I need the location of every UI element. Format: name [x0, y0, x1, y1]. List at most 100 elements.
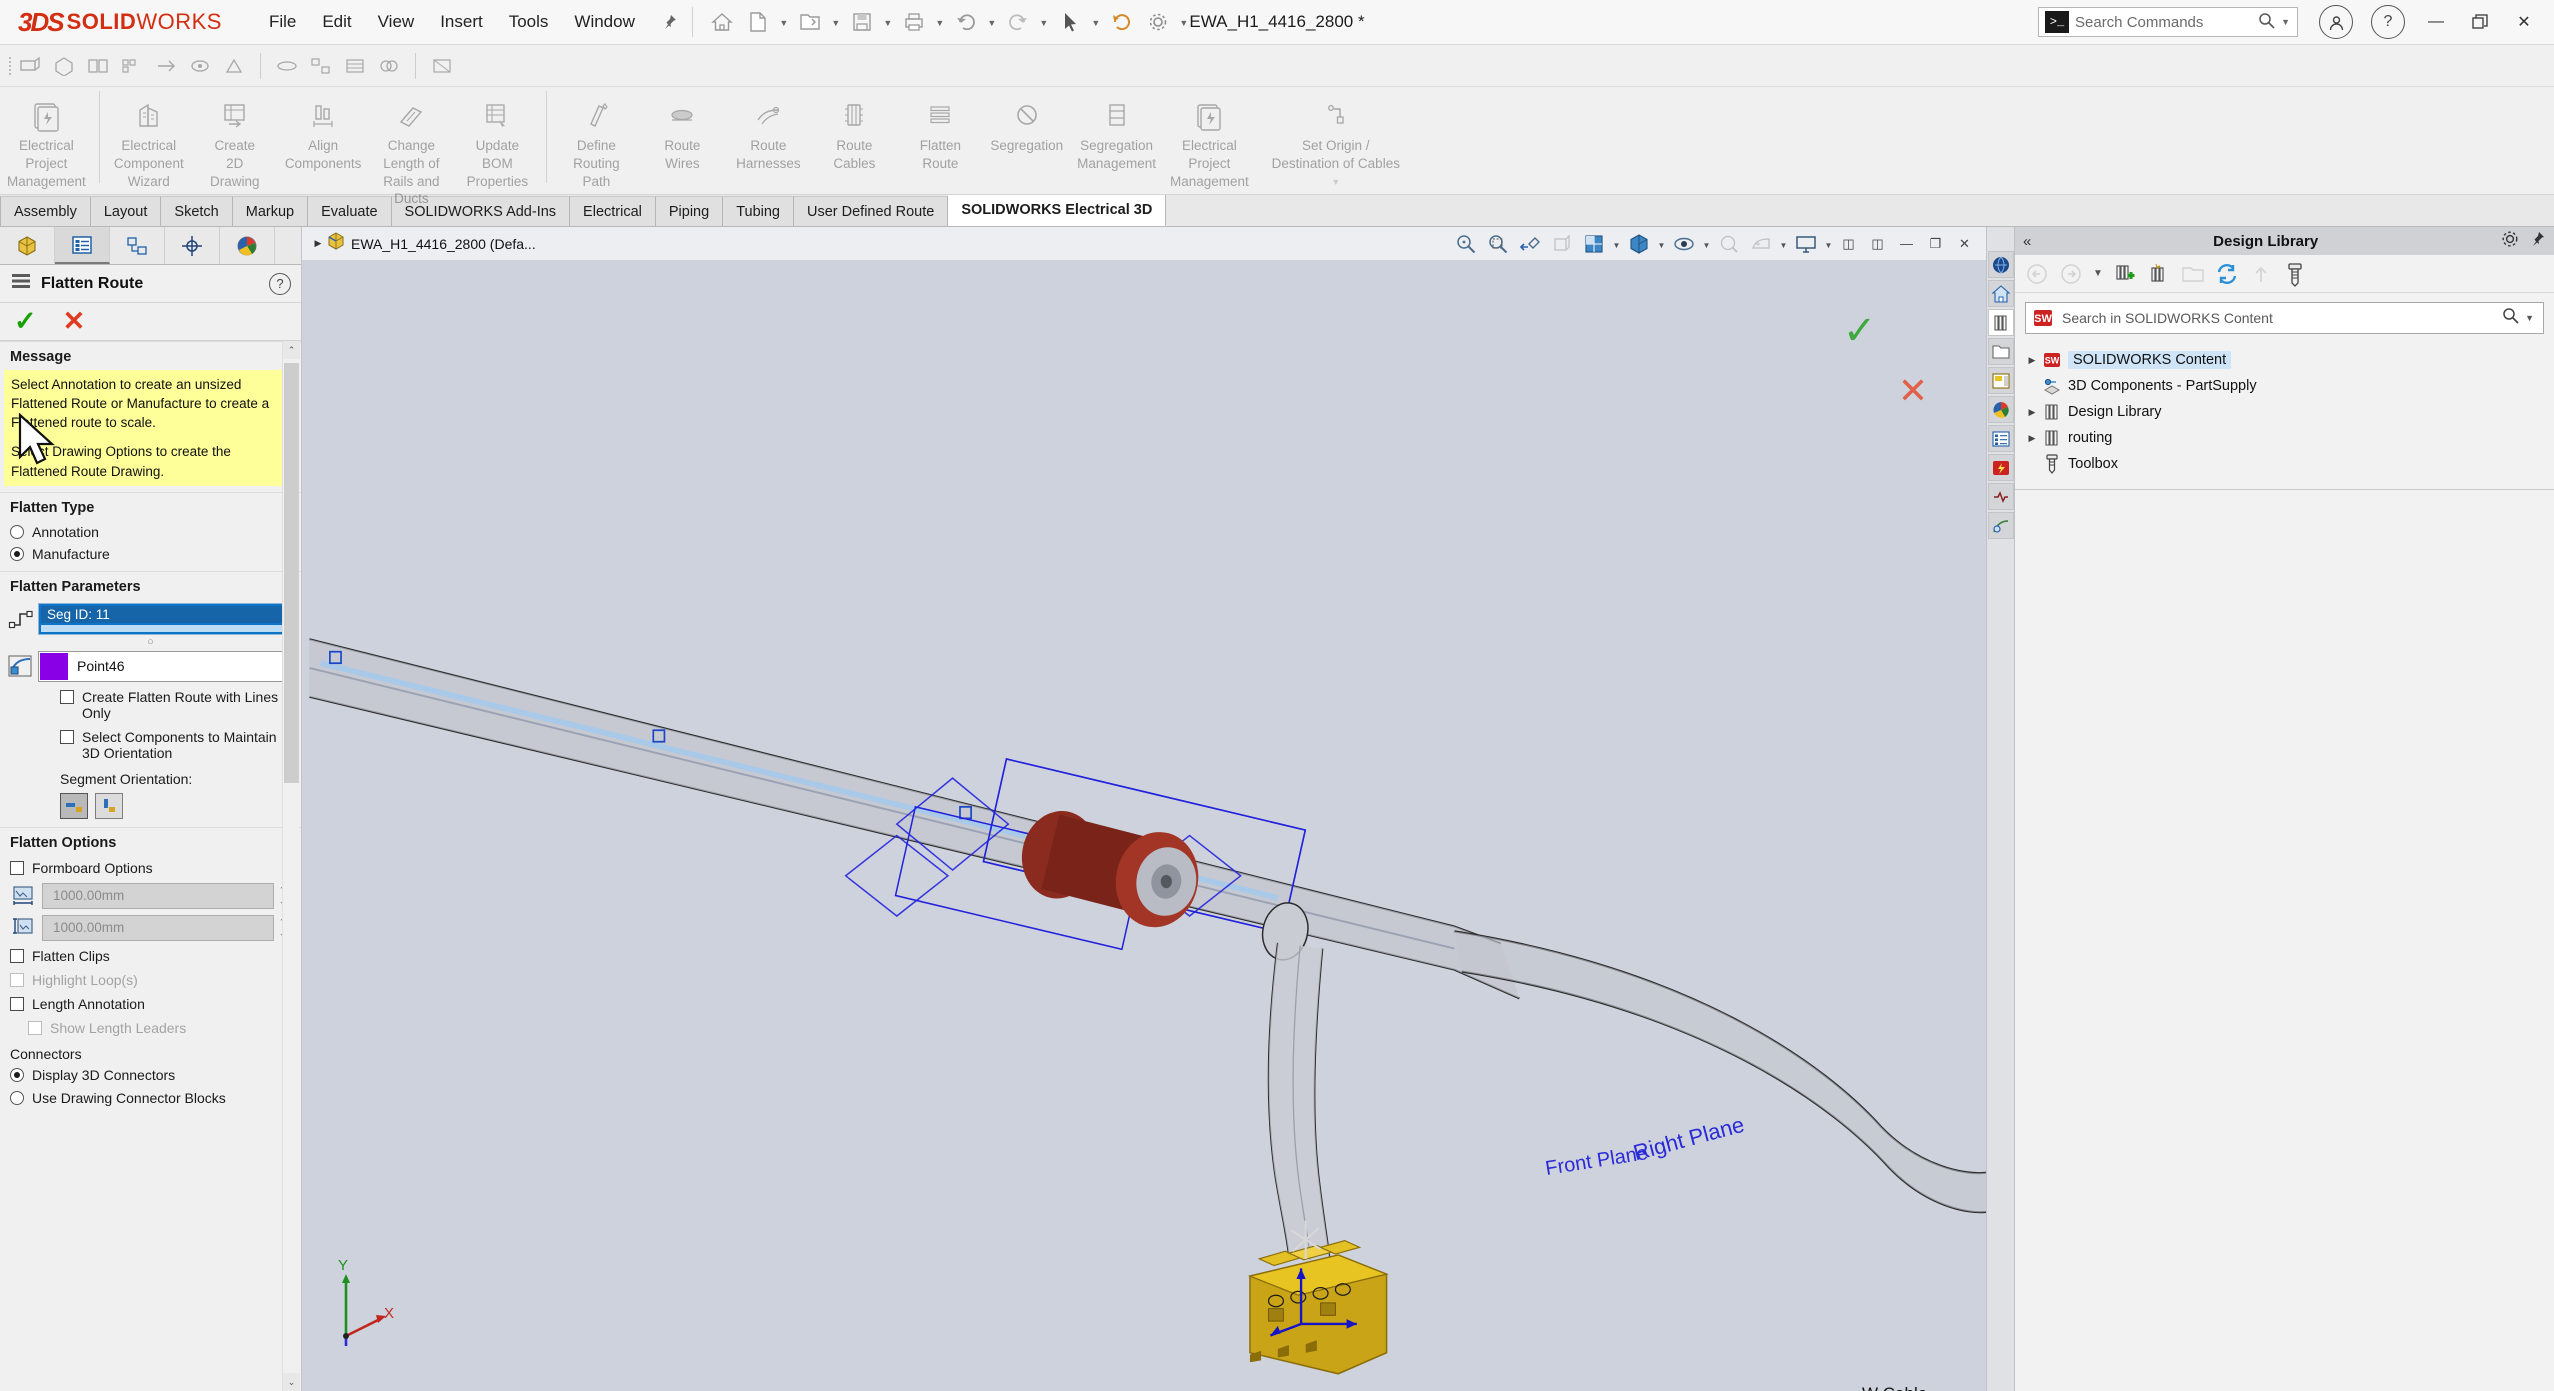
ribbon-segregation[interactable]: Segregation: [983, 91, 1070, 159]
tab-layout[interactable]: Layout: [90, 196, 162, 226]
vertical-orientation-button[interactable]: [95, 792, 123, 819]
apply-scene-dropdown[interactable]: ▼: [1777, 229, 1790, 259]
gear-icon[interactable]: [2500, 229, 2520, 254]
display-style-icon[interactable]: [1623, 229, 1655, 259]
radio-button[interactable]: [10, 524, 24, 539]
section-flatten-options-header[interactable]: Flatten Options ⌃: [0, 826, 301, 856]
print-dropdown[interactable]: ▼: [933, 7, 947, 37]
interference-detection-icon[interactable]: [372, 49, 406, 83]
bill-of-materials-icon[interactable]: [338, 49, 372, 83]
ribbon-flatten-route[interactable]: Flatten Route: [897, 91, 983, 177]
select-icon[interactable]: [1053, 6, 1087, 38]
design-library-icon[interactable]: [1987, 309, 2014, 336]
account-icon[interactable]: [2319, 5, 2353, 39]
property-manager-tab[interactable]: [55, 227, 110, 264]
home-icon[interactable]: [705, 6, 739, 38]
scroll-down-arrow[interactable]: ⌄: [283, 1373, 300, 1391]
show-hidden-icon[interactable]: [183, 49, 217, 83]
menu-item-insert[interactable]: Insert: [427, 6, 496, 38]
ribbon-define-routing-path[interactable]: Define Routing Path: [553, 91, 639, 194]
view-settings-icon[interactable]: [1790, 229, 1822, 259]
edit-appearance-icon[interactable]: [1713, 229, 1745, 259]
display-style-dropdown[interactable]: ▼: [1655, 229, 1668, 259]
tab-user-defined-route[interactable]: User Defined Route: [794, 196, 949, 226]
ribbon-overflow-dropdown[interactable]: ▼: [1331, 177, 1340, 187]
tile-right-button[interactable]: ◫: [1864, 231, 1891, 257]
section-properties-icon[interactable]: [425, 49, 459, 83]
tab-assembly[interactable]: Assembly: [0, 196, 91, 226]
ribbon-electrical-project-management[interactable]: Electrical Project Management: [0, 91, 93, 194]
selection-resize-handle[interactable]: ○: [0, 636, 301, 648]
apply-scene-icon[interactable]: [1745, 229, 1777, 259]
formboard-width-input[interactable]: 1000.00mm: [42, 882, 274, 909]
tab-tubing[interactable]: Tubing: [723, 196, 794, 226]
formboard-height-input[interactable]: 1000.00mm: [42, 914, 274, 941]
property-manager-scrollbar[interactable]: ⌃ ⌄: [282, 341, 300, 1391]
tree-item-3d-components-partsupply[interactable]: 3D Components - PartSupply: [2015, 373, 2554, 399]
scroll-up-arrow[interactable]: ⌃: [283, 341, 300, 359]
3d-model-canvas[interactable]: Front Plane Right Plane W Cable ✓ ✕ Y X: [302, 261, 1986, 1391]
restore-view-button[interactable]: ❐: [1922, 231, 1949, 257]
tab-markup[interactable]: Markup: [232, 196, 309, 226]
confirm-ok-button[interactable]: ✓: [1843, 311, 1928, 351]
save-icon[interactable]: [845, 6, 879, 38]
radio-display-3d-connectors[interactable]: Display 3D Connectors: [0, 1064, 301, 1086]
radio-button[interactable]: [10, 1067, 24, 1082]
toolbox-button[interactable]: [2281, 260, 2309, 288]
options-gear-icon[interactable]: [1141, 6, 1175, 38]
edit-component-icon[interactable]: [13, 49, 47, 83]
close-view-button[interactable]: ✕: [1951, 231, 1978, 257]
expand-arrow-icon[interactable]: ▶: [2023, 433, 2041, 444]
radio-button[interactable]: [10, 546, 24, 561]
new-motion-study-icon[interactable]: [270, 49, 304, 83]
open-folder-icon[interactable]: [793, 6, 827, 38]
tab-piping[interactable]: Piping: [655, 196, 724, 226]
ribbon-set-origin-destination-cables[interactable]: Set Origin / Destination of Cables ▼: [1256, 91, 1416, 191]
ribbon-route-cables[interactable]: Route Cables: [811, 91, 897, 177]
point-selection-field[interactable]: Point46: [38, 650, 295, 682]
horizontal-orientation-button[interactable]: [60, 792, 88, 819]
custom-properties-icon[interactable]: [1987, 425, 2014, 452]
assembly-features-icon[interactable]: [217, 49, 251, 83]
back-button[interactable]: [2023, 260, 2051, 288]
hide-show-items-icon[interactable]: [1668, 229, 1700, 259]
print-icon[interactable]: [897, 6, 931, 38]
zoom-to-fit-icon[interactable]: [1450, 229, 1482, 259]
view-palette-icon[interactable]: [1987, 367, 2014, 394]
tree-item-design-library[interactable]: ▶ Design Library: [2015, 399, 2554, 425]
radio-annotation[interactable]: Annotation: [0, 521, 301, 543]
radio-use-drawing-connector-blocks[interactable]: Use Drawing Connector Blocks: [0, 1086, 301, 1110]
redo-icon[interactable]: [1001, 6, 1035, 38]
pin-icon[interactable]: [2528, 230, 2546, 253]
help-icon[interactable]: ?: [2371, 5, 2405, 39]
ribbon-electrical-component-wizard[interactable]: Electrical Component Wizard: [106, 91, 192, 194]
pin-icon[interactable]: [658, 11, 680, 33]
chevron-double-left-icon[interactable]: «: [2023, 233, 2031, 250]
view-settings-dropdown[interactable]: ▼: [1822, 229, 1835, 259]
ribbon-update-bom-properties[interactable]: Update BOM Properties: [454, 91, 540, 194]
menu-item-file[interactable]: File: [256, 6, 309, 38]
radio-button[interactable]: [10, 1090, 24, 1105]
color-swatch[interactable]: [40, 652, 68, 680]
file-explorer-icon[interactable]: [1987, 338, 2014, 365]
checkbox[interactable]: [60, 729, 74, 744]
electrical-manager-icon[interactable]: [1987, 483, 2014, 510]
restore-button[interactable]: [2458, 5, 2502, 39]
feature-manager-tab[interactable]: [0, 227, 55, 264]
menu-item-window[interactable]: Window: [561, 6, 647, 38]
display-manager-tab[interactable]: [220, 227, 275, 264]
checkbox[interactable]: [60, 689, 74, 704]
feature-tree-flyout[interactable]: ▶ EWA_H1_4416_2800 (Defa...: [302, 231, 536, 256]
linear-pattern-icon[interactable]: [115, 49, 149, 83]
search-options-dropdown[interactable]: ▼: [2525, 313, 2543, 323]
solidworks-electrical-icon[interactable]: [1987, 454, 2014, 481]
tab-sketch[interactable]: Sketch: [161, 196, 233, 226]
triangle-right-icon[interactable]: ▶: [310, 238, 326, 249]
menu-item-edit[interactable]: Edit: [309, 6, 364, 38]
tree-item-solidworks-content[interactable]: ▶ SW SOLIDWORKS Content: [2015, 347, 2554, 373]
design-library-search[interactable]: SW Search in SOLIDWORKS Content ▼: [2025, 302, 2544, 334]
move-component-icon[interactable]: [149, 49, 183, 83]
close-button[interactable]: ✕: [2502, 5, 2546, 39]
options-dropdown[interactable]: ▼: [1177, 7, 1191, 37]
ok-button[interactable]: ✓: [14, 308, 37, 335]
